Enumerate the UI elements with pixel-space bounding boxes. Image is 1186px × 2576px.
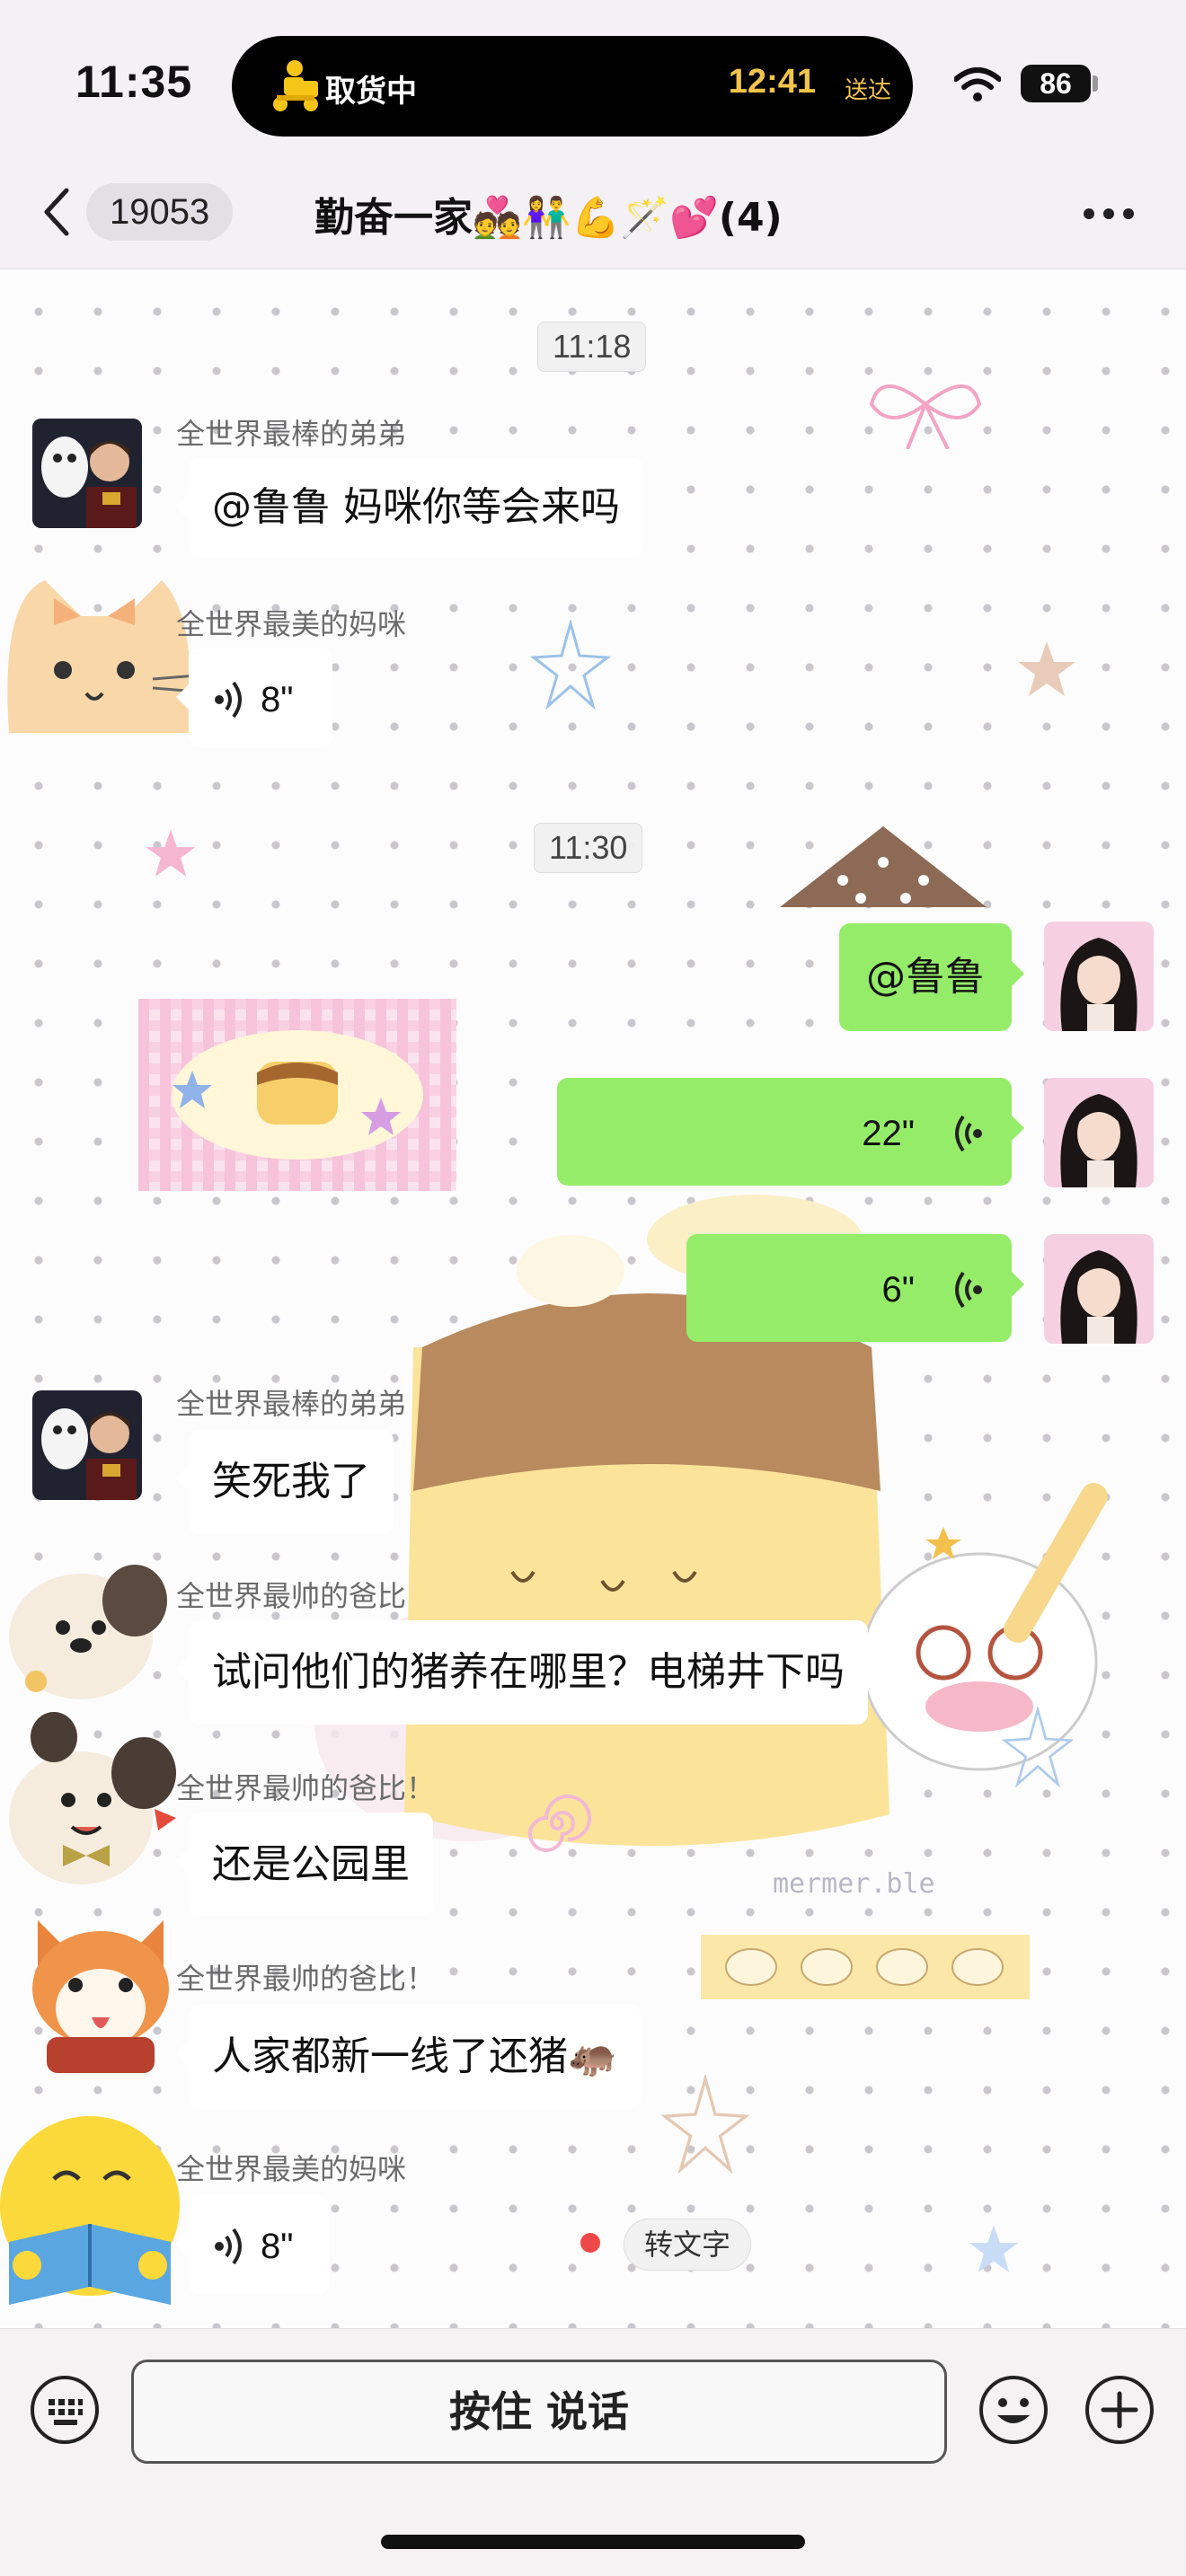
home-indicator[interactable] bbox=[381, 2535, 805, 2549]
message-timestamp: 11:18 bbox=[537, 322, 647, 372]
avatar-self[interactable] bbox=[1044, 1078, 1154, 1187]
message-bubble-text[interactable]: 还是公园里 bbox=[176, 1813, 433, 1917]
keyboard-icon[interactable] bbox=[29, 2374, 101, 2446]
back-chevron-icon[interactable] bbox=[40, 185, 75, 239]
spiral-sticker-icon bbox=[528, 1795, 591, 1852]
avatar-dad[interactable] bbox=[11, 1902, 181, 2073]
bread-roll-strip-sticker-icon bbox=[701, 1935, 1030, 1999]
voice-wave-icon bbox=[955, 1115, 982, 1152]
unread-count-badge[interactable]: 19053 bbox=[86, 183, 234, 241]
corgi-avatar-icon bbox=[32, 1920, 169, 2073]
voice-message-bubble[interactable]: 6" bbox=[686, 1234, 1024, 1342]
puppy-with-flag-avatar-icon bbox=[9, 1712, 176, 1884]
unread-voice-dot bbox=[580, 2233, 600, 2253]
voice-duration: 22" bbox=[862, 1114, 915, 1153]
delivery-eta-suffix: 送达 bbox=[844, 77, 891, 104]
polka-dot-bow-sticker-icon bbox=[780, 826, 987, 907]
voice-wave-icon bbox=[215, 681, 242, 719]
avatar-dad[interactable] bbox=[0, 1556, 171, 1708]
message-bubble-text[interactable]: 笑死我了 bbox=[176, 1430, 394, 1534]
more-options-icon[interactable] bbox=[1082, 207, 1136, 221]
sender-name: 全世界最帅的爸比！ bbox=[176, 1962, 436, 1996]
message-bubble-text[interactable]: @鲁鲁 bbox=[839, 923, 1024, 1031]
chat-header: 19053 勤奋一家💑👫💪🪄💕(4) bbox=[0, 153, 1186, 269]
avatar-mom[interactable] bbox=[0, 2107, 189, 2314]
avatar-brother[interactable] bbox=[32, 1390, 142, 1500]
voice-message-bubble[interactable]: 22" bbox=[557, 1078, 1024, 1186]
message-bubble-text[interactable]: 人家都新一线了还猪🦛 bbox=[176, 2005, 641, 2109]
add-attachment-icon[interactable] bbox=[1084, 2374, 1155, 2446]
owl-boy-avatar-icon bbox=[32, 419, 142, 528]
sender-name: 全世界最美的妈咪 bbox=[176, 607, 407, 641]
cat-avatar-icon bbox=[7, 580, 199, 733]
puppy-avatar-icon bbox=[9, 1565, 167, 1699]
clock: 11:35 bbox=[75, 57, 193, 107]
avatar-brother[interactable] bbox=[32, 419, 142, 528]
emoji-reading-book-avatar-icon bbox=[0, 2116, 180, 2305]
star-outline-sticker-icon bbox=[530, 620, 611, 710]
star-sticker-icon bbox=[1018, 641, 1075, 696]
voice-duration: 6" bbox=[881, 1270, 915, 1310]
delivery-rider-icon bbox=[273, 60, 318, 111]
avatar-self[interactable] bbox=[1044, 922, 1154, 1031]
avatar-self[interactable] bbox=[1044, 1234, 1154, 1344]
hold-to-talk-button[interactable]: 按住 说话 bbox=[131, 2360, 947, 2464]
sender-name: 全世界最棒的弟弟 bbox=[176, 417, 407, 451]
battery-tip bbox=[1093, 75, 1098, 92]
pudding-card-sticker-icon bbox=[138, 999, 456, 1191]
voice-wave-icon bbox=[215, 2228, 242, 2265]
voice-message-bubble[interactable]: 8" bbox=[176, 648, 332, 747]
delivery-eta: 12:41 bbox=[728, 63, 816, 101]
star-outline-sticker-icon bbox=[660, 2075, 750, 2174]
message-bubble-text[interactable]: 试问他们的猪养在哪里？电梯井下吗 bbox=[176, 1620, 868, 1725]
voice-duration: 8" bbox=[261, 2227, 294, 2266]
sender-name: 全世界最美的妈咪 bbox=[176, 2152, 407, 2186]
star-sticker-icon bbox=[146, 829, 196, 877]
emoji-icon[interactable] bbox=[978, 2374, 1049, 2446]
sender-name: 全世界最帅的爸比 bbox=[176, 1579, 407, 1613]
avatar-mom[interactable] bbox=[0, 562, 199, 738]
battery-indicator: 86 bbox=[1021, 65, 1091, 102]
voice-wave-icon bbox=[955, 1271, 982, 1309]
ribbon-sticker-icon bbox=[869, 384, 982, 449]
wifi-icon bbox=[954, 67, 1001, 101]
owl-boy-avatar-icon bbox=[32, 1390, 142, 1500]
girl-avatar-icon bbox=[1044, 1234, 1154, 1344]
avatar-dad[interactable] bbox=[0, 1710, 180, 1890]
voice-message-bubble[interactable]: 8" bbox=[176, 2195, 329, 2294]
star-sticker-icon bbox=[969, 2225, 1019, 2272]
sender-name: 全世界最帅的爸比！ bbox=[176, 1771, 436, 1805]
sender-name: 全世界最棒的弟弟 bbox=[176, 1387, 407, 1421]
voice-duration: 8" bbox=[261, 680, 294, 719]
group-chat-title[interactable]: 勤奋一家💑👫💪🪄💕(4) bbox=[314, 185, 783, 243]
dynamic-island-delivery[interactable]: 取货中 12:41 送达 bbox=[232, 36, 913, 137]
message-timestamp: 11:30 bbox=[534, 823, 643, 873]
girl-avatar-icon bbox=[1044, 922, 1154, 1031]
convert-to-text-button[interactable]: 转文字 bbox=[624, 2219, 752, 2271]
delivery-status-label: 取货中 bbox=[325, 74, 417, 110]
girl-avatar-icon bbox=[1044, 1078, 1154, 1187]
wallpaper-watermark: mermer.ble bbox=[773, 1868, 935, 1900]
status-bar: 11:35 取货中 12:41 送达 86 bbox=[0, 0, 1186, 153]
star-outline-sticker-icon bbox=[1001, 1707, 1075, 1787]
message-bubble-text[interactable]: @鲁鲁 妈咪你等会来吗 bbox=[176, 458, 643, 557]
